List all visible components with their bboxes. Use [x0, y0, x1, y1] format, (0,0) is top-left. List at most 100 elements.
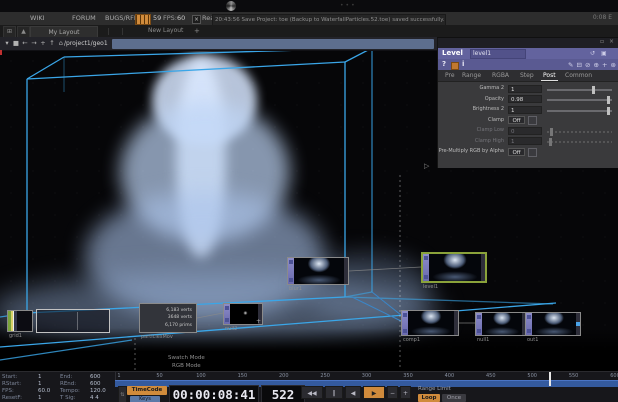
- new-layout-button[interactable]: New Layout: [148, 27, 183, 34]
- loop-button[interactable]: Loop: [418, 394, 440, 402]
- tab-pre[interactable]: Pre: [443, 71, 457, 80]
- node-flag-icon[interactable]: [225, 306, 229, 310]
- play-forward-button[interactable]: ▶: [363, 386, 385, 399]
- settings-icon[interactable]: ⊛: [611, 61, 616, 69]
- timeline-field-value[interactable]: 1: [38, 395, 42, 401]
- step-back-button[interactable]: −: [387, 386, 398, 399]
- palette-mode-label[interactable]: RGB Mode: [172, 363, 201, 369]
- play-reverse-button[interactable]: ◀: [345, 386, 361, 399]
- node-null1[interactable]: [475, 312, 527, 336]
- timecode-button[interactable]: TimeCode: [127, 385, 167, 395]
- param-toggle[interactable]: Off: [508, 116, 525, 124]
- fps-meter[interactable]: [135, 14, 151, 25]
- param-value-field[interactable]: 1: [508, 137, 542, 145]
- add-layout-icon[interactable]: +: [194, 27, 200, 35]
- info-icon[interactable]: i: [462, 60, 464, 68]
- network-path[interactable]: /project1/geo1: [64, 40, 108, 47]
- timeline-field-value[interactable]: 1: [38, 374, 42, 380]
- node-flag-icon[interactable]: [424, 275, 428, 279]
- param-slider[interactable]: [547, 106, 612, 115]
- tab-range[interactable]: Range: [460, 71, 483, 80]
- node-flag-icon[interactable]: [477, 329, 481, 333]
- param-slider-handle[interactable]: [607, 106, 611, 115]
- keys-button[interactable]: Keys: [130, 396, 160, 402]
- timeline-field-value[interactable]: 600: [90, 381, 101, 387]
- current-frame-display[interactable]: 522: [261, 384, 305, 402]
- reset-icon[interactable]: ↺: [590, 50, 595, 57]
- node-out-strip: [576, 313, 580, 335]
- panel-title-bar[interactable]: Level level1 ↺ ▣: [438, 48, 618, 59]
- language-icon[interactable]: ⊕: [594, 61, 599, 69]
- node-blur1[interactable]: [287, 257, 349, 285]
- step-forward-button[interactable]: +: [400, 386, 411, 399]
- pin-icon[interactable]: ▣: [601, 50, 607, 57]
- node-color-swatch-icon[interactable]: [451, 61, 459, 70]
- param-checkbox[interactable]: [528, 147, 537, 157]
- palette-mode-label[interactable]: Swatch Mode: [168, 355, 205, 361]
- node-particlesMov[interactable]: 6,183 verts 3648 verts 6,170 prims: [139, 303, 197, 333]
- node-unnamed[interactable]: [36, 309, 110, 333]
- playhead[interactable]: [549, 372, 552, 386]
- param-label: Clamp: [488, 116, 504, 123]
- node-thumbnail: [532, 313, 576, 335]
- node-flag-icon[interactable]: [289, 260, 293, 264]
- node-flag-icon[interactable]: [527, 329, 531, 333]
- help-icon[interactable]: ?: [442, 60, 446, 68]
- add-parameter-icon[interactable]: +: [602, 61, 607, 69]
- param-value-field[interactable]: 1: [508, 105, 542, 114]
- timeline-field-value[interactable]: 600: [90, 374, 101, 380]
- expression-icon[interactable]: ✎: [568, 61, 573, 69]
- comment-icon[interactable]: ⊟: [577, 61, 582, 69]
- timeline-field-value[interactable]: 4 4: [90, 395, 99, 401]
- node-flag-icon[interactable]: [477, 315, 481, 319]
- param-slider-handle[interactable]: [607, 96, 611, 104]
- jump-to-start-button[interactable]: ◀◀: [301, 386, 323, 399]
- node-add-icon[interactable]: +: [256, 318, 261, 325]
- tab-step[interactable]: Step: [518, 71, 536, 80]
- node-flag-icon[interactable]: [225, 318, 229, 322]
- param-value-field[interactable]: 1: [508, 84, 542, 93]
- timecode-mode-icon[interactable]: ⇅: [118, 386, 127, 402]
- node-grid1[interactable]: [7, 310, 33, 332]
- node-flag-icon[interactable]: [527, 315, 531, 319]
- path-field[interactable]: [112, 38, 434, 49]
- param-slider[interactable]: [547, 127, 612, 136]
- once-button[interactable]: Once: [442, 394, 466, 402]
- node-flag-icon[interactable]: [403, 329, 407, 333]
- menu-item-forum[interactable]: FORUM: [72, 14, 96, 22]
- pause-button[interactable]: ‖: [325, 386, 343, 399]
- node-out1[interactable]: [525, 312, 581, 336]
- tab-rgba[interactable]: RGBA: [490, 71, 511, 80]
- timeline-field-value[interactable]: 120.0: [90, 388, 106, 394]
- param-toggle[interactable]: Off: [508, 147, 525, 156]
- param-value-field[interactable]: 0.98: [508, 95, 542, 103]
- param-checkbox[interactable]: [528, 116, 537, 125]
- tab-common[interactable]: Common: [563, 71, 594, 80]
- operator-name-field[interactable]: level1: [470, 49, 526, 59]
- timeline-field-value[interactable]: 60.0: [38, 388, 50, 394]
- node-flag-icon[interactable]: [424, 256, 428, 260]
- node-level1[interactable]: [421, 252, 487, 283]
- close-icon[interactable]: ×: [609, 38, 614, 45]
- timeline-ruler[interactable]: 150100150200250300350400450500550600: [115, 372, 618, 380]
- param-slider[interactable]: [547, 96, 612, 104]
- param-slider[interactable]: [547, 138, 612, 146]
- panel-collapse-arrow[interactable]: ▷: [424, 162, 429, 170]
- param-slider[interactable]: [547, 85, 612, 94]
- timeline-field-value[interactable]: 1: [38, 381, 42, 387]
- param-value-field[interactable]: 0: [508, 126, 542, 135]
- tab-post[interactable]: Post: [541, 71, 558, 81]
- param-slider-handle[interactable]: [550, 127, 554, 136]
- fps-target[interactable]: 60: [177, 14, 185, 22]
- node-output-icon[interactable]: [576, 321, 580, 326]
- param-slider-handle[interactable]: [591, 85, 595, 94]
- param-slider-handle[interactable]: [548, 138, 552, 146]
- menu-item-wiki[interactable]: WIKI: [30, 14, 45, 22]
- realtime-checkbox[interactable]: ×: [192, 15, 201, 24]
- clear-icon[interactable]: ⊘: [585, 61, 590, 69]
- node-comp1[interactable]: [401, 310, 459, 336]
- node-flag-icon[interactable]: [289, 278, 293, 282]
- app-logo-icon[interactable]: [226, 1, 236, 11]
- node-flag-icon[interactable]: [403, 313, 407, 317]
- float-icon[interactable]: ▫: [600, 38, 604, 45]
